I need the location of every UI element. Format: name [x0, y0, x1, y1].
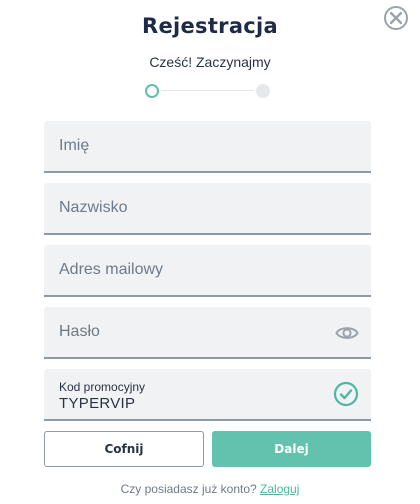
login-prompt: Czy posiadasz już konto? Zaloguj — [0, 482, 420, 496]
step-connector — [161, 90, 254, 91]
first-name-field[interactable]: Imię — [44, 121, 371, 173]
promo-code-field[interactable]: Kod promocyjny TYPERVIP — [44, 369, 371, 421]
email-placeholder: Adres mailowy — [59, 261, 164, 278]
first-name-placeholder: Imię — [59, 137, 90, 154]
last-name-placeholder: Nazwisko — [59, 199, 128, 216]
eye-icon[interactable] — [335, 321, 359, 350]
page-title: Rejestracja — [141, 14, 279, 38]
password-field[interactable]: Hasło — [44, 307, 371, 359]
email-field[interactable]: Adres mailowy — [44, 245, 371, 297]
promo-code-value: TYPERVIP — [59, 395, 136, 412]
last-name-field[interactable]: Nazwisko — [44, 183, 371, 235]
login-question: Czy posiadasz już konto? — [120, 482, 257, 496]
step-1-dot — [145, 84, 159, 98]
back-button[interactable]: Cofnij — [44, 431, 204, 467]
check-circle-icon — [333, 381, 359, 412]
next-button[interactable]: Dalej — [212, 431, 371, 467]
step-indicator — [145, 83, 271, 99]
password-placeholder: Hasło — [59, 323, 100, 340]
step-2-dot — [256, 84, 270, 98]
login-link[interactable]: Zaloguj — [260, 482, 299, 496]
page-subtitle: Cześć! Zaczynajmy — [149, 54, 271, 70]
promo-code-label: Kod promocyjny — [59, 380, 146, 394]
